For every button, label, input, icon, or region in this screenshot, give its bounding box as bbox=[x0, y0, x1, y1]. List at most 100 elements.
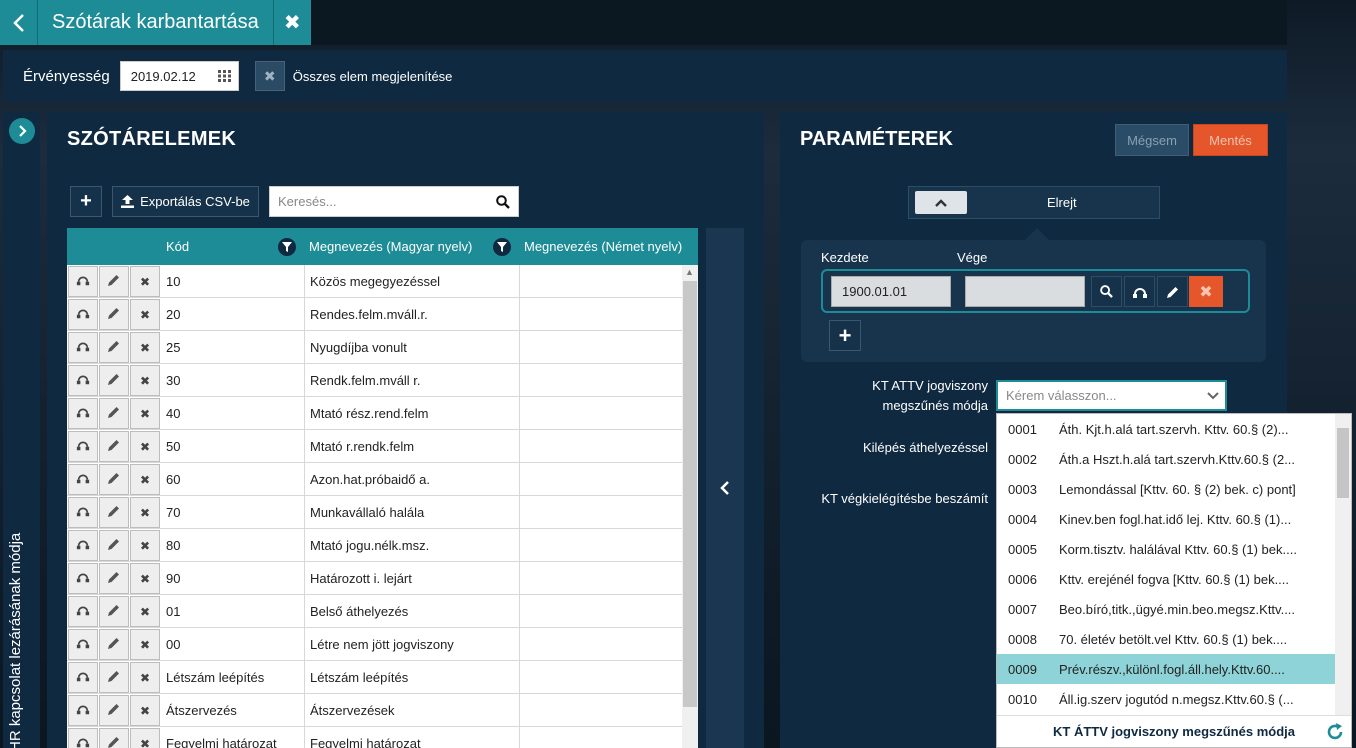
dropdown-scrollbar[interactable] bbox=[1335, 414, 1351, 715]
dropdown-option[interactable]: 0007 Beo.bíró,titk.,ügyé.min.beo.megsz.Kt… bbox=[997, 594, 1335, 624]
edit-button[interactable] bbox=[99, 266, 129, 297]
add-item-button[interactable]: + bbox=[70, 186, 102, 217]
search-button[interactable] bbox=[1091, 276, 1122, 307]
edit-button[interactable] bbox=[99, 299, 129, 330]
edit-button[interactable] bbox=[99, 464, 129, 495]
dropdown-option[interactable]: 0009 Prév.részv.,különl.fogl.áll.hely.Ktt… bbox=[997, 654, 1335, 684]
split-button[interactable] bbox=[68, 497, 98, 528]
delete-button[interactable]: ✖ bbox=[130, 563, 160, 594]
edit-button[interactable] bbox=[99, 662, 129, 693]
filter-icon[interactable] bbox=[278, 238, 296, 256]
scrollbar-thumb[interactable] bbox=[683, 281, 697, 707]
table-row[interactable]: ✖ 70 Munkavállaló halála bbox=[67, 496, 682, 529]
dropdown-option[interactable]: 0010 Áll.ig.szerv jogutód n.megsz.Kttv.60… bbox=[997, 684, 1335, 714]
show-all-toggle[interactable]: ✖ bbox=[254, 61, 285, 91]
delete-button[interactable]: ✖ bbox=[130, 497, 160, 528]
delete-button[interactable]: ✖ bbox=[130, 662, 160, 693]
table-row[interactable]: ✖ 10 Közös megegyezéssel bbox=[67, 265, 682, 298]
start-date-field[interactable]: 1900.01.01 bbox=[831, 276, 951, 307]
split-button[interactable] bbox=[68, 662, 98, 693]
kt-attv-select[interactable]: Kérem válasszon... bbox=[996, 380, 1227, 411]
delete-button[interactable]: ✖ bbox=[1189, 276, 1223, 307]
edit-button[interactable] bbox=[99, 431, 129, 462]
split-button[interactable] bbox=[68, 431, 98, 462]
validity-date-field[interactable]: 2019.02.12 bbox=[119, 61, 239, 91]
edit-button[interactable] bbox=[99, 563, 129, 594]
refresh-icon[interactable] bbox=[1325, 722, 1345, 742]
table-row[interactable]: ✖ Fegyelmi határozat Fegyelmi határozat bbox=[67, 727, 682, 748]
delete-button[interactable]: ✖ bbox=[130, 464, 160, 495]
save-button[interactable]: Mentés bbox=[1193, 124, 1268, 156]
split-button[interactable] bbox=[68, 266, 98, 297]
delete-button[interactable]: ✖ bbox=[130, 365, 160, 396]
scrollbar-thumb[interactable] bbox=[1337, 428, 1349, 498]
dropdown-option[interactable]: 0006 Kttv. erejénél fogva [Kttv. 60.§ (1)… bbox=[997, 564, 1335, 594]
collapse-panel-button[interactable] bbox=[706, 228, 744, 748]
add-period-button[interactable]: + bbox=[829, 320, 861, 351]
back-button[interactable] bbox=[0, 0, 38, 45]
calendar-icon[interactable] bbox=[217, 70, 232, 82]
delete-button[interactable]: ✖ bbox=[130, 728, 160, 748]
export-csv-button[interactable]: Exportálás CSV-be bbox=[112, 186, 259, 217]
filter-icon[interactable] bbox=[493, 238, 511, 256]
table-scrollbar[interactable]: ▲ bbox=[682, 265, 698, 748]
table-row[interactable]: ✖ 30 Rendk.felm.mváll r. bbox=[67, 364, 682, 397]
split-button[interactable] bbox=[68, 728, 98, 748]
delete-button[interactable]: ✖ bbox=[130, 629, 160, 660]
edit-button[interactable] bbox=[99, 530, 129, 561]
split-button[interactable] bbox=[68, 629, 98, 660]
table-row[interactable]: ✖ 40 Mtató rész.rend.felm bbox=[67, 397, 682, 430]
split-button[interactable] bbox=[68, 596, 98, 627]
split-button[interactable] bbox=[68, 563, 98, 594]
cancel-button[interactable]: Mégsem bbox=[1115, 124, 1189, 156]
edit-button[interactable] bbox=[99, 629, 129, 660]
edit-button[interactable] bbox=[99, 398, 129, 429]
search-input[interactable] bbox=[278, 194, 478, 209]
table-row[interactable]: ✖ 01 Belső áthelyezés bbox=[67, 595, 682, 628]
split-button[interactable] bbox=[68, 332, 98, 363]
dropdown-option[interactable]: 0003 Lemondással [Kttv. 60. § (2) bek. c)… bbox=[997, 474, 1335, 504]
dropdown-option[interactable]: 0002 Áth.a Hszt.h.alá tart.szervh.Kttv.60… bbox=[997, 444, 1335, 474]
split-button[interactable] bbox=[68, 464, 98, 495]
delete-button[interactable]: ✖ bbox=[130, 398, 160, 429]
dropdown-option[interactable]: 0005 Korm.tisztv. halálával Kttv. 60.§ (1… bbox=[997, 534, 1335, 564]
table-row[interactable]: ✖ 00 Létre nem jött jogviszony bbox=[67, 628, 682, 661]
edit-button[interactable] bbox=[1157, 276, 1188, 307]
chevron-up-icon[interactable] bbox=[915, 191, 967, 214]
split-button[interactable] bbox=[68, 365, 98, 396]
table-row[interactable]: ✖ 80 Mtató jogu.nélk.msz. bbox=[67, 529, 682, 562]
edit-button[interactable] bbox=[99, 728, 129, 748]
end-date-field[interactable] bbox=[965, 276, 1085, 307]
split-button[interactable] bbox=[68, 398, 98, 429]
dropdown-option[interactable]: 0008 70. életév betölt.vel Kttv. 60.§ (1)… bbox=[997, 624, 1335, 654]
delete-button[interactable]: ✖ bbox=[130, 530, 160, 561]
split-button[interactable] bbox=[68, 299, 98, 330]
column-header-name-hu[interactable]: Megnevezés (Magyar nyelv) bbox=[309, 239, 472, 254]
scroll-up-icon[interactable]: ▲ bbox=[685, 267, 694, 277]
search-box[interactable] bbox=[269, 186, 519, 217]
delete-button[interactable]: ✖ bbox=[130, 299, 160, 330]
column-header-name-de[interactable]: Megnevezés (Német nyelv) bbox=[524, 239, 682, 254]
split-button[interactable] bbox=[68, 530, 98, 561]
table-row[interactable]: ✖ 20 Rendes.felm.mváll.r. bbox=[67, 298, 682, 331]
table-row[interactable]: ✖ 90 Határozott i. lejárt bbox=[67, 562, 682, 595]
edit-button[interactable] bbox=[99, 332, 129, 363]
table-row[interactable]: ✖ 50 Mtató r.rendk.felm bbox=[67, 430, 682, 463]
split-button[interactable] bbox=[68, 695, 98, 726]
hide-toggle[interactable]: Elrejt bbox=[908, 186, 1160, 219]
delete-button[interactable]: ✖ bbox=[130, 596, 160, 627]
table-row[interactable]: ✖ 60 Azon.hat.próbaidő a. bbox=[67, 463, 682, 496]
delete-button[interactable]: ✖ bbox=[130, 695, 160, 726]
edit-button[interactable] bbox=[99, 695, 129, 726]
close-button[interactable]: ✖ bbox=[272, 0, 311, 45]
table-row[interactable]: ✖ Létszám leépítés Létszám leépítés bbox=[67, 661, 682, 694]
delete-button[interactable]: ✖ bbox=[130, 332, 160, 363]
edit-button[interactable] bbox=[99, 596, 129, 627]
delete-button[interactable]: ✖ bbox=[130, 266, 160, 297]
column-header-code[interactable]: Kód bbox=[166, 239, 189, 254]
search-icon[interactable] bbox=[496, 194, 510, 209]
delete-button[interactable]: ✖ bbox=[130, 431, 160, 462]
edit-button[interactable] bbox=[99, 497, 129, 528]
edit-button[interactable] bbox=[99, 365, 129, 396]
table-row[interactable]: ✖ Átszervezés Átszervezések bbox=[67, 694, 682, 727]
